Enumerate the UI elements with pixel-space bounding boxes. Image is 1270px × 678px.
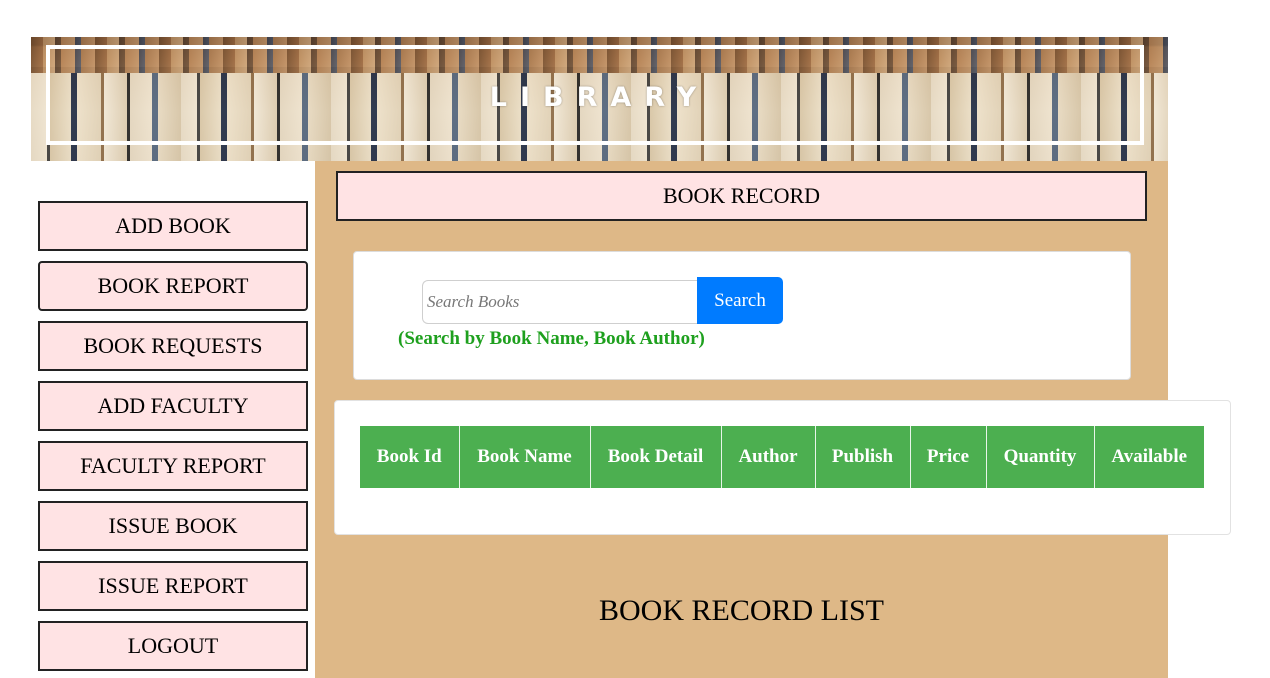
book-report-button[interactable]: BOOK REPORT	[38, 261, 308, 311]
search-hint: (Search by Book Name, Book Author)	[398, 328, 705, 349]
page-title: BOOK RECORD	[336, 171, 1147, 221]
column-header-price: Price	[910, 426, 987, 488]
column-header-book-detail: Book Detail	[590, 426, 722, 488]
search-button[interactable]: Search	[697, 277, 783, 324]
logout-button[interactable]: LOGOUT	[38, 621, 308, 671]
add-book-button[interactable]: ADD BOOK	[38, 201, 308, 251]
issue-report-button[interactable]: ISSUE REPORT	[38, 561, 308, 611]
column-header-publish: Publish	[815, 426, 911, 488]
column-header-book-name: Book Name	[459, 426, 591, 488]
banner-title: LIBRARY	[489, 82, 710, 113]
library-banner: LIBRARY	[31, 37, 1168, 161]
issue-book-button[interactable]: ISSUE BOOK	[38, 501, 308, 551]
book-record-list-title: BOOK RECORD LIST	[598, 594, 884, 627]
search-input[interactable]	[422, 280, 698, 324]
book-requests-button[interactable]: BOOK REQUESTS	[38, 321, 308, 371]
book-records-table: Book Id Book Name Book Detail Author Pub…	[360, 426, 1204, 488]
column-header-available: Available	[1094, 426, 1204, 488]
column-header-book-id: Book Id	[360, 426, 460, 488]
column-header-author: Author	[721, 426, 816, 488]
table-header-row: Book Id Book Name Book Detail Author Pub…	[360, 426, 1204, 488]
faculty-report-button[interactable]: FACULTY REPORT	[38, 441, 308, 491]
column-header-quantity: Quantity	[986, 426, 1095, 488]
add-faculty-button[interactable]: ADD FACULTY	[38, 381, 308, 431]
